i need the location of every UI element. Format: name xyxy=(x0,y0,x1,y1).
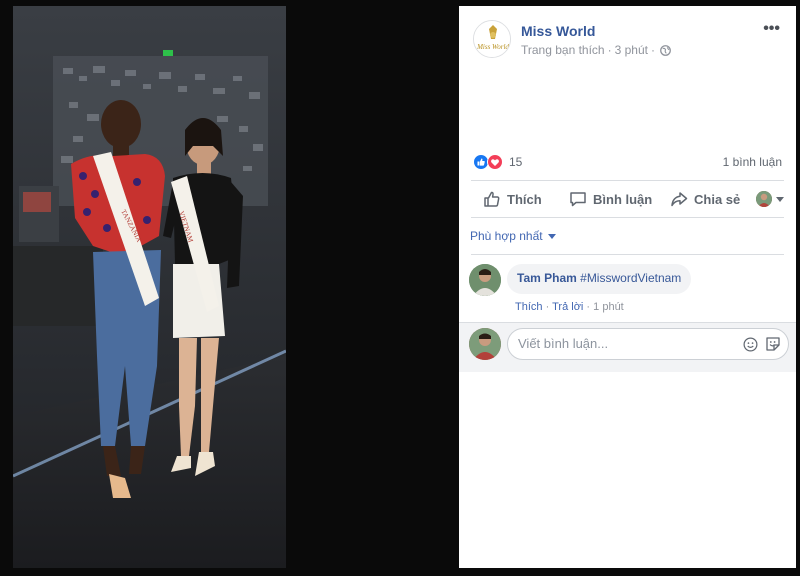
comment-like-link[interactable]: Thích xyxy=(515,301,543,313)
post-meta: Trang bạn thích · 3 phút · xyxy=(521,43,671,59)
comment-bubble: Tam Pham #MisswordVietnam xyxy=(507,264,692,294)
comment-label: Bình luận xyxy=(593,191,653,207)
comment-hashtag-link[interactable]: #MisswordVietnam xyxy=(580,271,681,285)
comment-button[interactable]: Bình luận xyxy=(569,181,652,217)
globe-icon xyxy=(660,45,671,59)
reaction-icons[interactable] xyxy=(473,154,505,170)
page-name-link[interactable]: Miss World xyxy=(521,23,595,39)
page-avatar[interactable]: Miss World xyxy=(473,20,511,58)
share-button[interactable]: Chia sẻ xyxy=(670,181,740,217)
emoji-icon[interactable] xyxy=(743,337,758,357)
relation-text: Trang bạn thích xyxy=(521,43,605,57)
current-user-avatar[interactable] xyxy=(469,328,501,360)
comment-count-link[interactable]: 1 bình luận xyxy=(723,155,782,169)
comment-icon xyxy=(570,192,586,207)
comment-meta: Thích · Trả lời · 1 phút xyxy=(515,301,624,313)
reaction-count[interactable]: 15 xyxy=(509,155,522,169)
share-label: Chia sẻ xyxy=(694,191,741,207)
sticker-icon[interactable] xyxy=(765,336,781,357)
comment-reply-link[interactable]: Trả lời xyxy=(552,301,583,313)
like-button[interactable]: Thích xyxy=(483,181,542,217)
logo-text: Miss World xyxy=(476,43,509,51)
chevron-down-icon xyxy=(776,196,784,202)
comment-time[interactable]: 1 phút xyxy=(593,301,624,313)
love-icon xyxy=(487,154,503,170)
commenter-avatar[interactable] xyxy=(469,264,501,296)
post-actions: Thích Bình luận Chia sẻ xyxy=(471,181,784,217)
chevron-down-icon xyxy=(547,233,556,239)
sort-label: Phù hợp nhất xyxy=(470,229,543,243)
thumbs-up-icon xyxy=(484,191,500,207)
like-icon xyxy=(473,154,489,170)
like-label: Thích xyxy=(507,191,542,207)
divider xyxy=(471,254,784,255)
more-options-button[interactable]: ••• xyxy=(763,20,780,38)
comment-sort-dropdown[interactable]: Phù hợp nhất xyxy=(470,229,556,243)
reactions-summary: 15 1 bình luận xyxy=(473,152,782,172)
divider xyxy=(471,217,784,218)
post-time-link[interactable]: 3 phút xyxy=(615,43,648,57)
post-panel: Miss World Miss World Trang bạn thích · 3 … xyxy=(459,6,796,568)
post-as-selector[interactable] xyxy=(756,191,784,207)
post-header: Miss World Miss World Trang bạn thích · 3 … xyxy=(459,6,796,76)
post-photo[interactable]: TANZANIA VIETNAM xyxy=(13,6,286,568)
share-icon xyxy=(671,192,688,207)
comment-author-link[interactable]: Tam Pham xyxy=(517,271,577,285)
avatar xyxy=(756,191,772,207)
comment-item: Tam Pham #MisswordVietnam Thích · Trả lờ… xyxy=(469,264,789,324)
comment-input[interactable] xyxy=(518,336,738,351)
